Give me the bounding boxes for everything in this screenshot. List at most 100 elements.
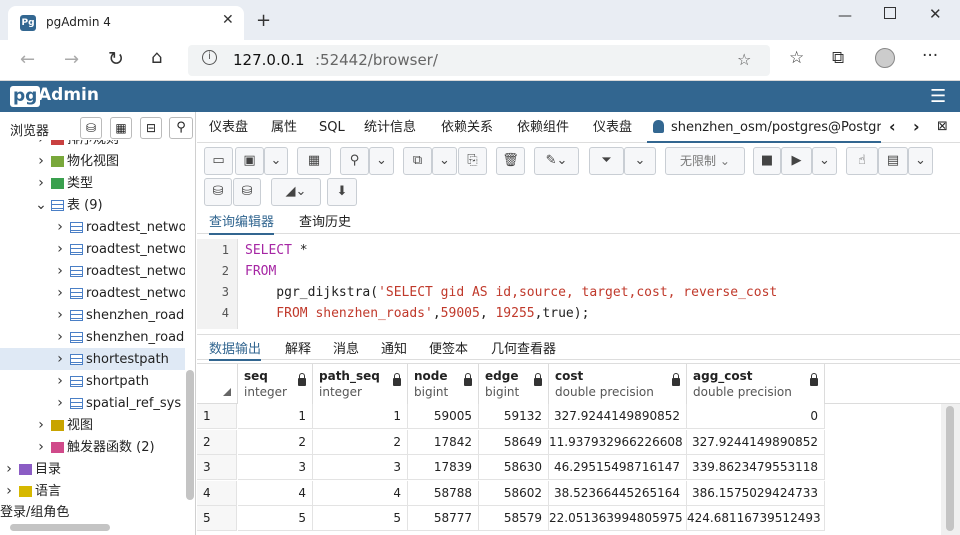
tab-scroll-left-icon[interactable]: ‹ — [889, 117, 896, 136]
expand-icon[interactable]: › — [53, 392, 67, 414]
favorites-icon[interactable]: ☆ — [789, 48, 804, 68]
expand-icon[interactable]: › — [53, 216, 67, 238]
edit-dropdown-icon[interactable]: ✎⌄ — [534, 147, 579, 175]
grid-cell[interactable]: 5 — [238, 506, 313, 531]
grid-cell[interactable]: 22.051363994805975 — [549, 506, 687, 531]
tab-scroll-right-icon[interactable]: › — [913, 117, 920, 136]
expand-icon[interactable]: › — [2, 458, 16, 480]
tree-node[interactable]: ⌄ 表 (9) — [0, 194, 185, 216]
sql-editor[interactable]: 1 2 3 4 SELECT * FROM pgr_dijkstra('SELE… — [197, 239, 960, 329]
column-header[interactable]: edge bigint — [479, 364, 549, 404]
tab-explain[interactable]: 解释 — [285, 338, 311, 357]
new-tab-icon[interactable]: + — [256, 10, 271, 31]
row-number[interactable]: 3 — [197, 455, 237, 480]
tab-close-icon[interactable]: ✕ — [222, 12, 234, 28]
tree-scrollbar[interactable] — [186, 370, 194, 500]
tree-node[interactable]: › spatial_ref_sys — [0, 392, 185, 414]
expand-icon[interactable]: › — [53, 304, 67, 326]
rollback-icon[interactable]: ⛁ — [233, 178, 261, 206]
profile-avatar[interactable] — [875, 48, 895, 68]
tab-notifications[interactable]: 通知 — [381, 338, 407, 357]
clear-dropdown-icon[interactable]: ◢⌄ — [271, 178, 321, 206]
grid-cell[interactable]: 58777 — [408, 506, 479, 531]
search-objects-icon[interactable]: ⚲ — [169, 117, 193, 139]
download-icon[interactable]: ⬇ — [327, 178, 357, 206]
window-close-icon[interactable]: ✕ — [929, 5, 942, 23]
grid-cell[interactable]: 58602 — [479, 480, 549, 506]
grid-cell[interactable]: 58649 — [479, 429, 549, 455]
copy-icon[interactable]: ⧉ — [403, 147, 432, 175]
row-number[interactable]: 4 — [197, 480, 237, 506]
grid-cell[interactable]: 59005 — [408, 404, 479, 429]
tab-list-icon[interactable]: ⊠ — [937, 119, 948, 134]
explain-icon[interactable]: ☝ — [846, 147, 878, 175]
tree-node[interactable]: › shenzhen_roads — [0, 304, 185, 326]
expand-icon[interactable]: › — [34, 140, 48, 150]
save-file-icon[interactable]: ▣ — [235, 147, 264, 175]
tab-dashboard[interactable]: 仪表盘 — [209, 112, 248, 143]
save-dropdown-icon[interactable]: ⌄ — [264, 147, 288, 175]
grid-cell[interactable]: 4 — [238, 480, 313, 506]
grid-cell[interactable]: 327.9244149890852 — [549, 404, 687, 429]
grid-cell[interactable]: 58788 — [408, 480, 479, 506]
grid-cell[interactable]: 59132 — [479, 404, 549, 429]
tree-node[interactable]: › 排序规则 — [0, 140, 185, 150]
hamburger-menu-icon[interactable]: ☰ — [930, 86, 946, 107]
filter-rows-icon[interactable]: ⊟ — [140, 117, 162, 139]
filter-icon[interactable]: ⏷ — [589, 147, 624, 175]
grid-cell[interactable]: 424.68116739512493 — [687, 506, 825, 531]
expand-icon[interactable]: › — [53, 370, 67, 392]
tree-node[interactable]: › shortpath — [0, 370, 185, 392]
cancel-query-icon[interactable]: ■ — [753, 147, 781, 175]
grid-cell[interactable]: 339.8623479553118 — [687, 455, 825, 480]
add-favorite-icon[interactable]: ☆ — [737, 50, 751, 69]
tab-query-tool[interactable]: shenzhen_osm/postgres@Postgr — [647, 112, 881, 143]
tree-node[interactable]: › roadtest_networ — [0, 216, 185, 238]
delete-icon[interactable]: 🗑 — [496, 147, 525, 175]
grid-cell[interactable]: 38.52366445265164 — [549, 480, 687, 506]
grid-cell[interactable]: 5 — [313, 506, 408, 531]
grid-cell[interactable]: 327.9244149890852 — [687, 429, 825, 455]
tab-dependents[interactable]: 依赖组件 — [517, 112, 569, 143]
expand-icon[interactable]: › — [34, 436, 48, 458]
tab-messages[interactable]: 消息 — [333, 338, 359, 357]
explain-dropdown-icon[interactable]: ⌄ — [908, 147, 933, 175]
home-icon[interactable]: ⌂ — [151, 47, 162, 68]
expand-icon[interactable]: › — [53, 238, 67, 260]
grid-cell[interactable]: 3 — [238, 455, 313, 480]
tab-properties[interactable]: 属性 — [271, 112, 297, 143]
column-header[interactable]: agg_cost double precision — [687, 364, 825, 404]
tree-node[interactable]: › roadtest_networ — [0, 238, 185, 260]
tree-node[interactable]: › roadtest_networ — [0, 282, 185, 304]
site-info-icon[interactable]: i — [202, 50, 217, 65]
row-number[interactable]: 5 — [197, 506, 237, 531]
filter-dropdown-icon[interactable]: ⌄ — [624, 147, 656, 175]
tree-node[interactable]: › 目录 — [0, 458, 185, 480]
column-header[interactable]: cost double precision — [549, 364, 687, 404]
column-header[interactable]: seq integer — [238, 364, 313, 404]
execute-dropdown-icon[interactable]: ⌄ — [812, 147, 837, 175]
tree-node[interactable]: › shortestpath — [0, 348, 185, 370]
maximize-icon[interactable] — [884, 7, 896, 19]
explain-analyze-icon[interactable]: ▤ — [878, 147, 908, 175]
collections-icon[interactable]: ⧉ — [832, 48, 844, 68]
back-icon[interactable]: ← — [20, 49, 35, 70]
expand-icon[interactable]: › — [53, 326, 67, 348]
expand-icon[interactable]: › — [53, 282, 67, 304]
grid-cell[interactable]: 58579 — [479, 506, 549, 531]
tab-query-editor[interactable]: 查询编辑器 — [209, 211, 275, 235]
expand-icon[interactable]: › — [2, 480, 16, 502]
more-menu-icon[interactable]: ··· — [922, 46, 938, 66]
url-field[interactable]: i 127.0.0.1 :52442/browser/ ☆ — [188, 45, 770, 76]
find-icon[interactable]: ⚲ — [340, 147, 369, 175]
tree-node[interactable]: › 视图 — [0, 414, 185, 436]
tree-node[interactable]: 登录/组角色 — [0, 502, 185, 524]
tree-hscrollbar[interactable] — [10, 524, 110, 531]
tab-dependencies[interactable]: 依赖关系 — [441, 112, 493, 143]
tree-node[interactable]: › 类型 — [0, 172, 185, 194]
tab-dashboard-2[interactable]: 仪表盘 — [593, 112, 632, 143]
tab-geometry-viewer[interactable]: 几何查看器 — [491, 338, 556, 357]
tree-node[interactable]: › 物化视图 — [0, 150, 185, 172]
row-number[interactable]: 2 — [197, 429, 237, 455]
expand-icon[interactable]: › — [53, 348, 67, 370]
